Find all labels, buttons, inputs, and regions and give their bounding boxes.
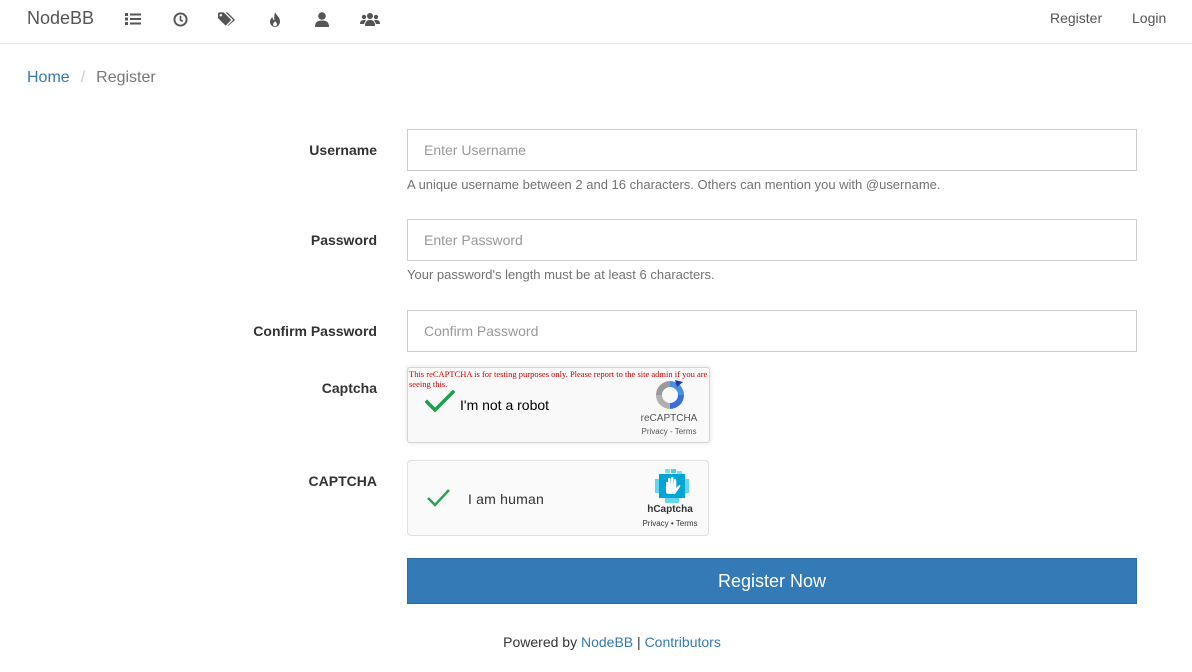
- user-icon[interactable]: [313, 10, 331, 28]
- confirm-password-input[interactable]: [407, 310, 1137, 352]
- hcaptcha-privacy-terms[interactable]: Privacy • Terms: [638, 519, 702, 528]
- hcaptcha-logo-icon: [655, 469, 689, 506]
- popular-fire-icon[interactable]: [266, 10, 284, 28]
- footer-nodebb-link[interactable]: NodeBB: [581, 634, 633, 650]
- categories-list-icon[interactable]: [124, 10, 142, 28]
- hcaptcha-brand: hCaptcha: [647, 504, 693, 515]
- footer: Powered by NodeBB | Contributors: [0, 634, 1192, 650]
- captcha-label: Captcha: [321, 380, 377, 396]
- recaptcha-checkmark-icon[interactable]: [424, 389, 456, 417]
- breadcrumb-current: Register: [96, 69, 156, 86]
- hcaptcha-label: CAPTCHA: [308, 473, 377, 489]
- navbar: NodeBB Register Login: [0, 0, 1192, 44]
- password-label: Password: [310, 232, 377, 248]
- username-help-text: A unique username between 2 and 16 chara…: [407, 177, 941, 192]
- tags-icon[interactable]: [218, 10, 236, 28]
- register-now-button[interactable]: Register Now: [407, 558, 1137, 604]
- footer-contributors-link[interactable]: Contributors: [645, 634, 721, 650]
- recaptcha-logo-icon: [653, 378, 687, 415]
- recent-clock-icon[interactable]: [171, 10, 189, 28]
- nav-login-link[interactable]: Login: [1132, 10, 1166, 26]
- nav-register-link[interactable]: Register: [1050, 10, 1102, 26]
- breadcrumb-separator: /: [80, 69, 86, 86]
- breadcrumb: Home / Register: [27, 69, 156, 87]
- username-label: Username: [309, 142, 377, 158]
- footer-separator: |: [637, 634, 641, 650]
- recaptcha-label-text: I'm not a robot: [460, 397, 550, 413]
- breadcrumb-home[interactable]: Home: [27, 69, 70, 87]
- groups-icon[interactable]: [360, 10, 380, 28]
- brand-logo-text[interactable]: NodeBB: [27, 8, 94, 29]
- hcaptcha-widget: I am human hCaptcha Privacy • Terms: [407, 460, 709, 536]
- recaptcha-widget: This reCAPTCHA is for testing purposes o…: [407, 367, 710, 443]
- recaptcha-privacy-terms[interactable]: Privacy - Terms: [630, 427, 708, 436]
- password-input[interactable]: [407, 219, 1137, 261]
- hcaptcha-checkmark-icon[interactable]: [426, 487, 452, 512]
- footer-powered-by: Powered by: [503, 634, 578, 650]
- password-help-text: Your password's length must be at least …: [407, 267, 715, 282]
- recaptcha-brand: reCAPTCHA: [640, 413, 698, 424]
- hcaptcha-label-text: I am human: [468, 491, 544, 507]
- confirm-password-label: Confirm Password: [253, 323, 377, 339]
- username-input[interactable]: [407, 129, 1137, 171]
